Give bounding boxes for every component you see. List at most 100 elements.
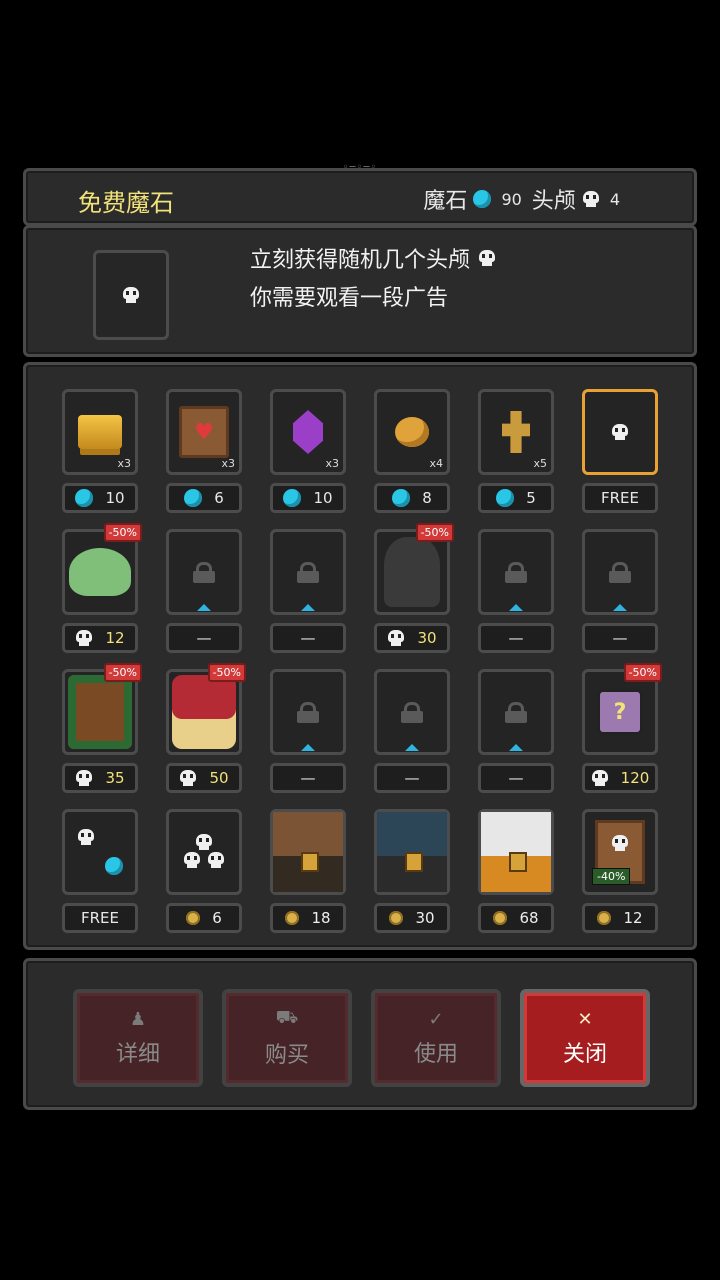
price-value: 12: [105, 629, 125, 647]
price-tag: 50: [166, 763, 242, 793]
skull-icon: [387, 630, 405, 646]
details-label: 详细: [115, 1041, 160, 1067]
info-text-1: 立刻获得随机几个头颅: [250, 248, 471, 273]
gem-icon: [184, 489, 203, 507]
price-value: 30: [415, 909, 435, 927]
gold-bars-icon: [78, 415, 122, 449]
shop-slot-frame[interactable]: [478, 529, 554, 615]
skull-icon: [75, 630, 93, 646]
unlock-arrow-icon: [509, 744, 523, 751]
chest-lock-icon: [405, 852, 423, 872]
gem-icon: [496, 489, 515, 507]
buy-button[interactable]: ⛟ 购买: [222, 989, 352, 1087]
action-bar: ♟ 详细 ⛟ 购买 ✓ 使用 ✕ 关闭: [23, 958, 697, 1110]
use-label: 使用: [413, 1041, 458, 1067]
shop-slot-frame[interactable]: x3: [270, 389, 346, 475]
info-line-2: 你需要观看一段广告: [250, 286, 449, 311]
skull-to-gem-icon: [75, 827, 125, 877]
price-tag: —: [582, 623, 658, 653]
unlock-arrow-icon: [301, 744, 315, 751]
price-tag: —: [374, 763, 450, 793]
selected-item-preview: [93, 250, 169, 340]
skull-icon: [611, 835, 629, 851]
lock-icon: [297, 702, 319, 723]
close-icon: ✕: [577, 1008, 593, 1030]
shop-slot-frame[interactable]: [582, 529, 658, 615]
close-button[interactable]: ✕ 关闭: [520, 989, 650, 1087]
price-tag: 6: [166, 483, 242, 513]
coin-icon: [186, 911, 201, 925]
skull-label: 头颅: [531, 189, 576, 214]
skull-note-icon: -40%: [592, 820, 645, 885]
price-tag: —: [166, 623, 242, 653]
price-tag: 68: [478, 903, 554, 933]
skull-icon: [75, 770, 93, 786]
price-tag: 18: [270, 903, 346, 933]
price-value: 12: [623, 909, 643, 927]
lock-icon: [193, 562, 215, 583]
price-value: —: [612, 629, 628, 647]
price-tag: 10: [62, 483, 138, 513]
price-tag: 35: [62, 763, 138, 793]
unlock-arrow-icon: [509, 604, 523, 611]
item-quantity: x5: [533, 457, 547, 470]
shop-slot-frame[interactable]: [374, 669, 450, 755]
cart-icon: ⛟: [275, 1007, 299, 1028]
shop-slot-frame[interactable]: [62, 809, 138, 895]
checkmark-icon: ✓: [428, 1008, 444, 1030]
golden-key-icon: [502, 411, 530, 453]
price-value: —: [300, 769, 316, 787]
details-button[interactable]: ♟ 详细: [73, 989, 203, 1087]
price-value: 68: [519, 909, 539, 927]
golden-apple-icon: [395, 417, 429, 447]
gem-icon: [392, 489, 411, 507]
skull-icon: [77, 829, 95, 845]
slime-icon: [69, 548, 131, 596]
price-value: 30: [417, 629, 437, 647]
price-value: 50: [209, 769, 229, 787]
skull-icon: [478, 250, 496, 266]
shop-slot-frame[interactable]: [478, 809, 554, 895]
chest-lock-icon: [301, 852, 319, 872]
shop-slot-frame[interactable]: x3: [62, 389, 138, 475]
shop-slot-frame[interactable]: [270, 809, 346, 895]
shop-slot-frame[interactable]: [166, 809, 242, 895]
item-info-panel: 立刻获得随机几个头颅 你需要观看一段广告: [23, 225, 697, 357]
price-tag: —: [478, 623, 554, 653]
shop-slot-frame[interactable]: [166, 529, 242, 615]
shop-slot-frame[interactable]: ♥ x3: [166, 389, 242, 475]
mystery-box-icon: ?: [597, 689, 643, 735]
price-tag: 120: [582, 763, 658, 793]
unlock-arrow-icon: [301, 604, 315, 611]
treant-icon: [68, 675, 132, 749]
unlock-arrow-icon: [613, 604, 627, 611]
price-value: —: [404, 769, 420, 787]
coin-icon: [389, 911, 404, 925]
item-quantity: x3: [221, 457, 235, 470]
shop-slot-frame[interactable]: -40%: [582, 809, 658, 895]
shop-slot-frame[interactable]: [374, 809, 450, 895]
shop-slot-frame[interactable]: x5: [478, 389, 554, 475]
shop-slot-frame[interactable]: [478, 669, 554, 755]
currency-stats: 魔石 90 头颅 4: [423, 183, 624, 215]
discount-badge: -50%: [103, 663, 142, 682]
price-tag: 10: [270, 483, 346, 513]
price-value: 6: [212, 909, 222, 927]
coin-icon: [493, 911, 508, 925]
shop-slot-frame[interactable]: x4: [374, 389, 450, 475]
three-skulls-icon: [179, 832, 229, 872]
lock-icon: [401, 702, 423, 723]
price-tag: 8: [374, 483, 450, 513]
use-button[interactable]: ✓ 使用: [371, 989, 501, 1087]
price-value: 5: [526, 489, 536, 507]
price-tag: FREE: [62, 903, 138, 933]
skull-icon: [207, 852, 225, 868]
shop-slot-frame[interactable]: [270, 669, 346, 755]
purple-crystal-icon: [293, 410, 323, 454]
discount-badge: -50%: [415, 523, 454, 542]
shop-slot-frame[interactable]: [270, 529, 346, 615]
reaper-icon: [384, 537, 440, 607]
shop-slot-frame[interactable]: [582, 389, 658, 475]
price-value: 8: [422, 489, 432, 507]
gem-icon: [75, 489, 94, 507]
